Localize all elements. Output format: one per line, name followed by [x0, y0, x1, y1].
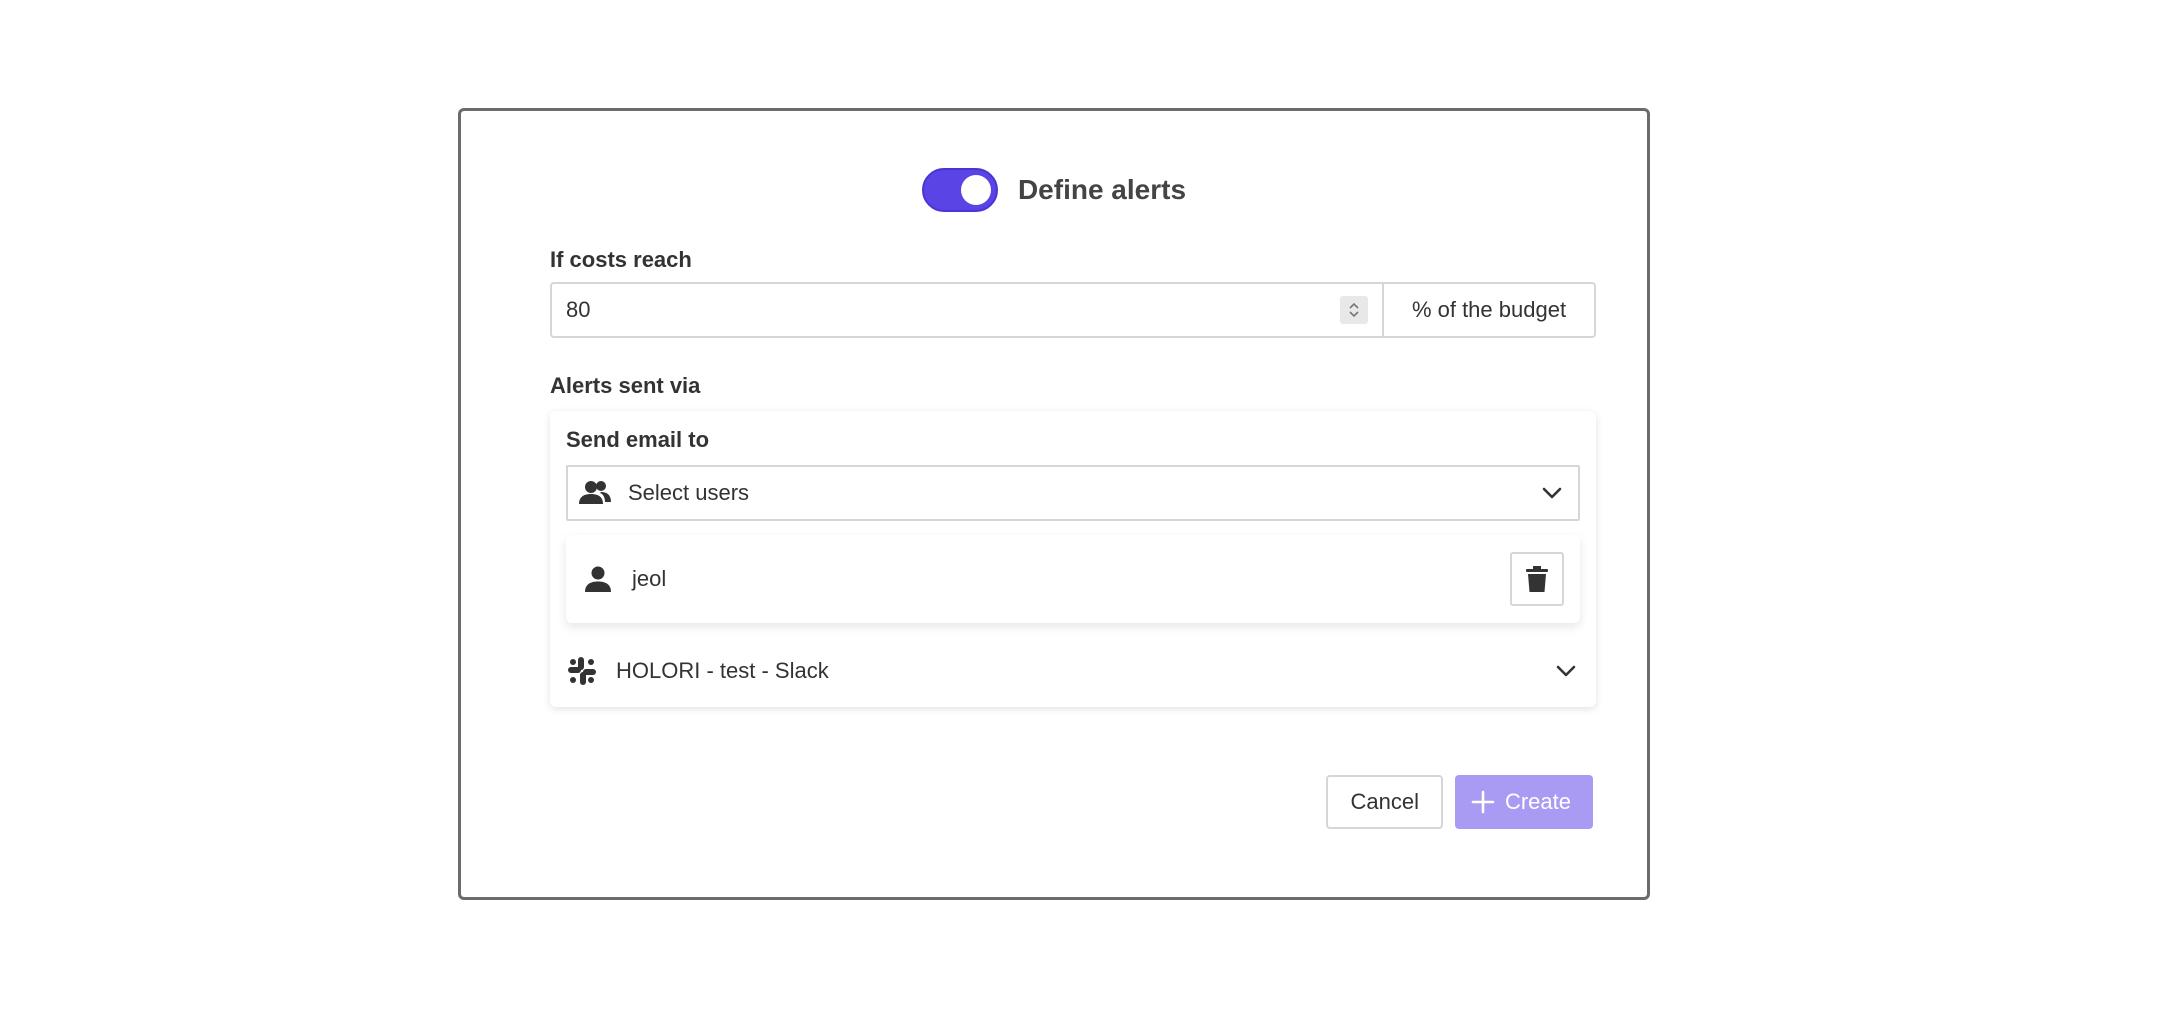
toggle-knob	[960, 175, 991, 205]
stepper-up-icon	[1349, 302, 1359, 309]
alerts-channels-panel: Send email to Select users jeol HOLORI -…	[550, 411, 1596, 707]
slack-channel-row[interactable]: HOLORI - test - Slack	[566, 653, 1580, 689]
user-name: jeol	[632, 566, 667, 591]
define-alerts-modal: Define alerts If costs reach 80 % of the…	[458, 108, 1650, 900]
create-button[interactable]: Create	[1454, 775, 1593, 829]
alerts-sent-via-label: Alerts sent via	[550, 373, 701, 398]
cancel-button[interactable]: Cancel	[1326, 775, 1443, 829]
slack-icon	[566, 655, 598, 687]
define-alerts-toggle[interactable]	[921, 168, 998, 212]
slack-channel-label: HOLORI - test - Slack	[616, 658, 829, 683]
cost-threshold-input[interactable]: 80	[552, 284, 1382, 336]
select-users-dropdown[interactable]: Select users	[566, 465, 1580, 521]
select-users-placeholder: Select users	[628, 480, 750, 505]
number-stepper[interactable]	[1340, 296, 1368, 324]
chevron-down-icon	[1542, 487, 1562, 499]
alerts-header: Define alerts	[461, 166, 1647, 214]
create-button-label: Create	[1504, 789, 1571, 814]
chevron-down-icon	[1556, 665, 1576, 677]
cost-threshold-value: 80	[566, 297, 591, 322]
person-icon	[582, 563, 614, 595]
modal-title: Define alerts	[1017, 174, 1187, 205]
cost-threshold-suffix: % of the budget	[1382, 284, 1594, 336]
send-email-label: Send email to	[566, 427, 710, 452]
users-icon	[578, 476, 612, 510]
stepper-down-icon	[1349, 311, 1359, 318]
modal-actions: Cancel Create	[1326, 775, 1593, 829]
plus-icon	[1471, 790, 1495, 814]
cost-threshold-group: 80 % of the budget	[550, 282, 1596, 338]
list-item: jeol	[566, 535, 1580, 623]
remove-user-button[interactable]	[1510, 552, 1564, 606]
trash-icon	[1526, 566, 1548, 592]
costs-label: If costs reach	[550, 247, 692, 272]
